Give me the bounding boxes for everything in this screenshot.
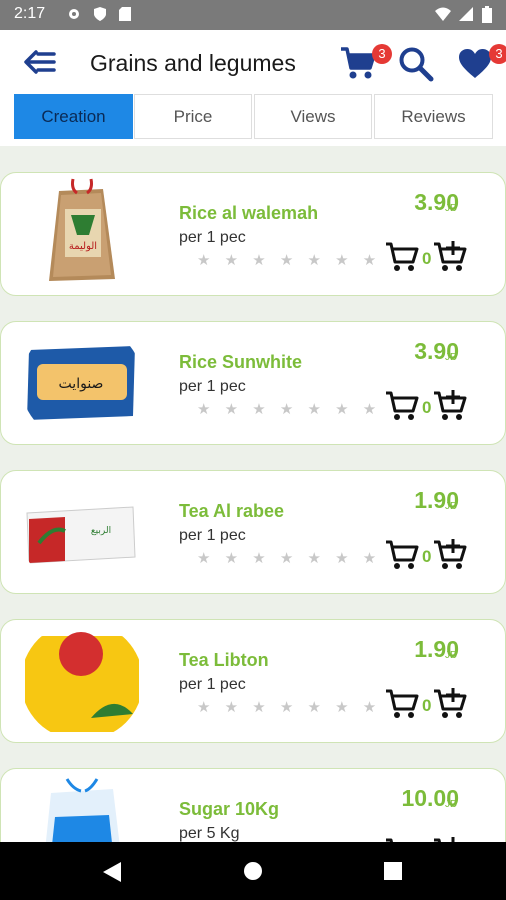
svg-text:الربيع: الربيع xyxy=(91,526,111,536)
nav-recents-icon[interactable] xyxy=(384,862,402,880)
product-card[interactable]: صنوايت Rice Sunwhite per 1 pec ★ ★ ★ ★ ★… xyxy=(0,321,506,445)
price-currency: JD xyxy=(445,203,458,214)
lipton-box-image xyxy=(21,622,143,740)
rating-stars: ★ ★ ★ ★ ★ ★ ★ xyxy=(197,252,382,269)
price-currency: JD xyxy=(445,799,458,810)
product-card[interactable]: الوليمة Rice al walemah per 1 pec ★ ★ ★ … xyxy=(0,172,506,296)
cart-quantity: 0 xyxy=(422,696,432,715)
tab-price[interactable]: Price xyxy=(134,94,252,139)
product-unit: per 1 pec xyxy=(179,378,246,395)
heart-icon[interactable] xyxy=(458,48,492,80)
wishlist-count-badge: 3 xyxy=(489,44,506,64)
cart-count-badge: 3 xyxy=(372,44,392,64)
settings-icon xyxy=(69,9,79,19)
add-to-cart-icon[interactable] xyxy=(433,537,467,571)
remove-from-cart-icon[interactable] xyxy=(385,388,419,422)
price-currency: JD xyxy=(445,650,458,661)
nav-home-icon[interactable] xyxy=(243,861,263,881)
svg-text:صنوايت: صنوايت xyxy=(59,376,104,392)
product-name: Sugar 10Kg xyxy=(179,799,280,819)
product-name: Tea Libton xyxy=(179,650,269,670)
status-bar: 2:17 xyxy=(0,0,506,30)
rice-sack-image: الوليمة xyxy=(21,175,143,293)
price-currency: JD xyxy=(445,352,458,363)
product-unit: per 5 Kg xyxy=(179,825,240,842)
remove-from-cart-icon[interactable] xyxy=(385,239,419,273)
tab-creation[interactable]: Creation xyxy=(14,94,133,139)
add-to-cart-icon[interactable] xyxy=(433,388,467,422)
sd-card-icon xyxy=(119,7,131,21)
product-name: Tea Al rabee xyxy=(179,501,285,521)
rating-stars: ★ ★ ★ ★ ★ ★ ★ xyxy=(197,550,382,567)
rice-bag-image: صنوايت xyxy=(21,324,143,442)
svg-text:الوليمة: الوليمة xyxy=(69,241,97,252)
remove-from-cart-icon[interactable] xyxy=(385,835,419,842)
signal-icon xyxy=(459,7,473,21)
product-unit: per 1 pec xyxy=(179,676,246,693)
remove-from-cart-icon[interactable] xyxy=(385,537,419,571)
app-bar: Grains and legumes 3 3 xyxy=(0,30,506,94)
product-unit: per 1 pec xyxy=(179,527,246,544)
cart-quantity: 0 xyxy=(422,547,432,566)
product-card[interactable]: Sugar 10Kg per 5 Kg ★ ★ ★ ★ ★ ★ ★ 10.00 … xyxy=(0,768,506,842)
page-title: Grains and legumes xyxy=(90,50,296,76)
back-arrow-icon[interactable] xyxy=(22,48,58,76)
product-name: Rice Sunwhite xyxy=(179,352,303,372)
nav-back-icon[interactable] xyxy=(101,860,123,884)
add-to-cart-icon[interactable] xyxy=(433,835,467,842)
rating-stars: ★ ★ ★ ★ ★ ★ ★ xyxy=(197,699,382,716)
add-to-cart-icon[interactable] xyxy=(433,686,467,720)
product-list: الوليمة Rice al walemah per 1 pec ★ ★ ★ … xyxy=(0,146,506,842)
search-icon[interactable] xyxy=(398,46,434,82)
product-unit: per 1 pec xyxy=(179,229,246,246)
cart-quantity: 0 xyxy=(422,398,432,417)
system-nav-bar xyxy=(0,842,506,900)
product-card[interactable]: الربيع Tea Al rabee per 1 pec ★ ★ ★ ★ ★ … xyxy=(0,470,506,594)
product-card[interactable]: Tea Libton per 1 pec ★ ★ ★ ★ ★ ★ ★ 1.90 … xyxy=(0,619,506,743)
cart-quantity: 0 xyxy=(422,249,432,268)
battery-icon xyxy=(482,6,492,23)
remove-from-cart-icon[interactable] xyxy=(385,686,419,720)
cart-icon[interactable] xyxy=(340,46,376,80)
price-currency: JD xyxy=(445,501,458,512)
tab-views[interactable]: Views xyxy=(254,94,372,139)
sugar-sack-image xyxy=(21,771,143,842)
product-name: Rice al walemah xyxy=(179,203,319,223)
wifi-icon xyxy=(435,7,451,21)
tea-box-image: الربيع xyxy=(21,473,143,591)
status-time: 2:17 xyxy=(14,5,46,22)
rating-stars: ★ ★ ★ ★ ★ ★ ★ xyxy=(197,401,382,418)
shield-icon xyxy=(94,7,106,21)
tab-reviews[interactable]: Reviews xyxy=(374,94,493,139)
add-to-cart-icon[interactable] xyxy=(433,239,467,273)
sort-tabs: Creation Price Views Reviews xyxy=(0,94,506,146)
